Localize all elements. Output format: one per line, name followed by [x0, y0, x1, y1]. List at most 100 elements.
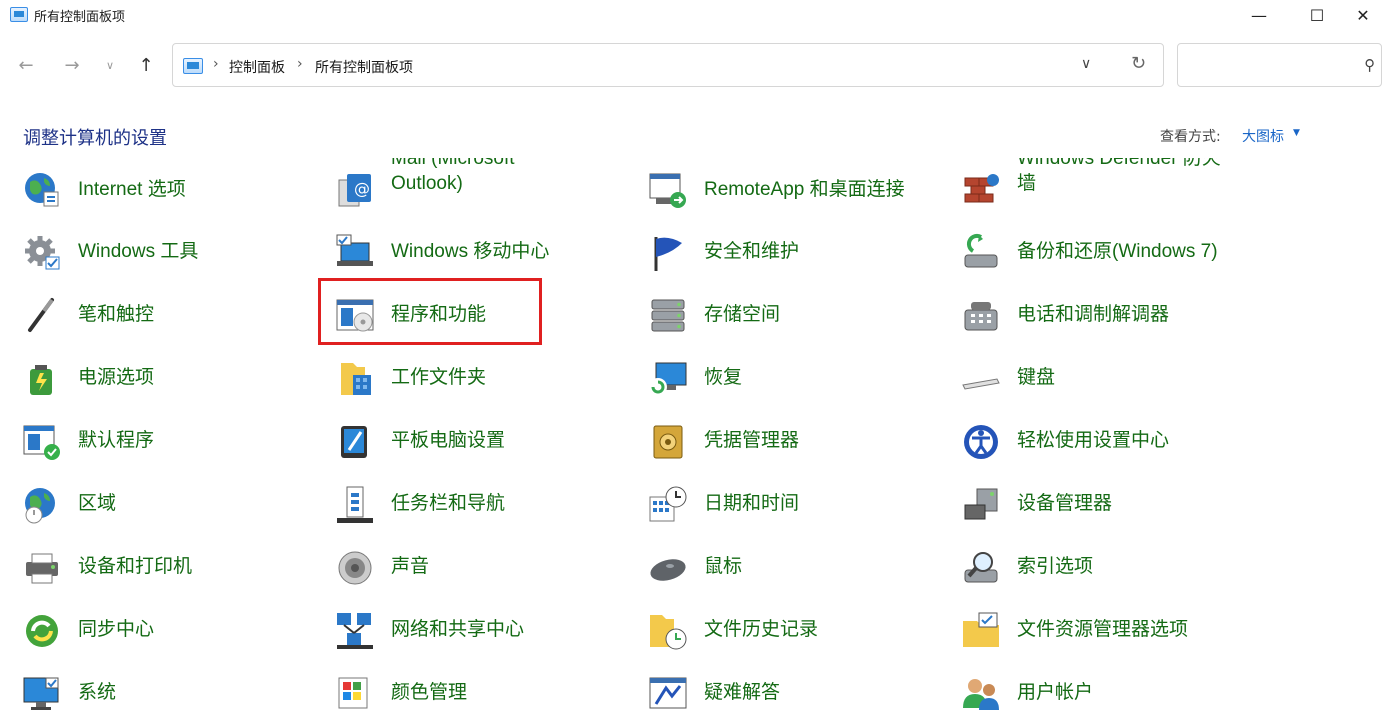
control-panel-item[interactable]: 恢复: [626, 349, 926, 405]
chevron-down-icon[interactable]: ∨: [1081, 56, 1091, 72]
item-label[interactable]: Mail (Microsoft Outlook): [391, 158, 515, 196]
item-label[interactable]: Internet 选项: [78, 177, 186, 202]
item-label[interactable]: 系统: [78, 680, 116, 705]
maximize-button[interactable]: ☐: [1294, 0, 1340, 30]
control-panel-item[interactable]: 疑难解答: [626, 664, 926, 720]
item-label[interactable]: 日期和时间: [704, 491, 799, 516]
breadcrumb-separator[interactable]: ›: [297, 56, 303, 72]
pen-icon: [22, 296, 62, 336]
item-label[interactable]: 键盘: [1017, 365, 1055, 390]
item-label[interactable]: 默认程序: [78, 428, 154, 453]
control-panel-item[interactable]: 设备和打印机: [0, 538, 300, 594]
item-label-line2[interactable]: 墙: [1017, 171, 1221, 196]
control-panel-item[interactable]: 用户帐户: [939, 664, 1239, 720]
item-label-line2[interactable]: Outlook): [391, 171, 515, 196]
item-label[interactable]: 设备和打印机: [78, 554, 192, 579]
control-panel-item[interactable]: 系统: [0, 664, 300, 720]
item-label[interactable]: Windows 工具: [78, 239, 198, 264]
item-label[interactable]: 恢复: [704, 365, 742, 390]
item-label[interactable]: 颜色管理: [391, 680, 467, 705]
control-panel-item[interactable]: 凭据管理器: [626, 412, 926, 468]
minimize-button[interactable]: —: [1236, 0, 1282, 30]
item-label[interactable]: 任务栏和导航: [391, 491, 505, 516]
breadcrumb-separator[interactable]: ›: [213, 56, 219, 72]
view-by-dropdown[interactable]: 大图标: [1242, 126, 1284, 146]
item-label[interactable]: 工作文件夹: [391, 365, 486, 390]
control-panel-item[interactable]: 笔和触控: [0, 286, 300, 342]
item-label[interactable]: 鼠标: [704, 554, 742, 579]
control-panel-item[interactable]: 区域: [0, 475, 300, 531]
breadcrumb-all-items[interactable]: 所有控制面板项: [315, 57, 413, 77]
control-panel-item[interactable]: 文件资源管理器选项: [939, 601, 1239, 657]
phone-icon: [961, 296, 1001, 336]
folder-options-icon: [961, 611, 1001, 651]
control-panel-item[interactable]: 设备管理器: [939, 475, 1239, 531]
item-label[interactable]: 区域: [78, 491, 116, 516]
address-bar[interactable]: › 控制面板 › 所有控制面板项 ∨ ↻: [172, 43, 1164, 87]
item-label[interactable]: 备份和还原(Windows 7): [1017, 239, 1218, 264]
control-panel-item[interactable]: RemoteApp 和桌面连接: [626, 160, 926, 216]
item-label[interactable]: 设备管理器: [1017, 491, 1112, 516]
control-panel-item[interactable]: 声音: [313, 538, 613, 594]
item-label[interactable]: Windows 移动中心: [391, 239, 549, 264]
recent-locations-button[interactable]: ∨: [96, 52, 124, 78]
control-panel-item[interactable]: 工作文件夹: [313, 349, 613, 405]
control-panel-item[interactable]: 任务栏和导航: [313, 475, 613, 531]
index-icon: [961, 548, 1001, 588]
control-panel-item[interactable]: 索引选项: [939, 538, 1239, 594]
control-panel-item[interactable]: 颜色管理: [313, 664, 613, 720]
forward-button[interactable]: →: [58, 52, 86, 78]
item-label[interactable]: 用户帐户: [1017, 680, 1093, 705]
control-panel-item[interactable]: 电源选项: [0, 349, 300, 405]
control-panel-item[interactable]: 文件历史记录: [626, 601, 926, 657]
accessibility-icon: [961, 422, 1001, 462]
item-label[interactable]: 网络和共享中心: [391, 617, 524, 642]
item-label[interactable]: 电话和调制解调器: [1017, 302, 1169, 327]
control-panel-item[interactable]: Windows Defender 防火墙: [939, 158, 1239, 216]
control-panel-item[interactable]: 平板电脑设置: [313, 412, 613, 468]
control-panel-item[interactable]: 日期和时间: [626, 475, 926, 531]
item-label[interactable]: 索引选项: [1017, 554, 1093, 579]
refresh-icon[interactable]: ↻: [1131, 53, 1146, 74]
item-label-line1[interactable]: Windows Defender 防火: [1017, 158, 1221, 171]
item-label[interactable]: 安全和维护: [704, 239, 799, 264]
control-panel-item[interactable]: 备份和还原(Windows 7): [939, 223, 1239, 279]
control-panel-item[interactable]: Internet 选项: [0, 160, 300, 216]
control-panel-item[interactable]: 键盘: [939, 349, 1239, 405]
breadcrumb-control-panel[interactable]: 控制面板: [229, 57, 285, 77]
page-title: 调整计算机的设置: [23, 128, 167, 149]
search-input[interactable]: ⚲: [1177, 43, 1382, 87]
control-panel-item[interactable]: 默认程序: [0, 412, 300, 468]
caret-down-icon[interactable]: ▼: [1293, 128, 1300, 138]
item-label[interactable]: 电源选项: [78, 365, 154, 390]
item-label[interactable]: 轻松使用设置中心: [1017, 428, 1169, 453]
control-panel-item[interactable]: 存储空间: [626, 286, 926, 342]
flag-icon: [648, 233, 688, 273]
item-label[interactable]: 笔和触控: [78, 302, 154, 327]
item-label[interactable]: 凭据管理器: [704, 428, 799, 453]
item-label[interactable]: 文件资源管理器选项: [1017, 617, 1188, 642]
network-icon: [335, 611, 375, 651]
item-label[interactable]: 疑难解答: [704, 680, 780, 705]
control-panel-item[interactable]: 安全和维护: [626, 223, 926, 279]
item-label[interactable]: 存储空间: [704, 302, 780, 327]
item-label[interactable]: Windows Defender 防火墙: [1017, 158, 1221, 196]
item-label[interactable]: 文件历史记录: [704, 617, 818, 642]
item-label-line1[interactable]: Mail (Microsoft: [391, 158, 515, 171]
control-panel-item[interactable]: 网络和共享中心: [313, 601, 613, 657]
item-label[interactable]: 声音: [391, 554, 429, 579]
back-button[interactable]: ←: [12, 52, 40, 78]
control-panel-item[interactable]: 鼠标: [626, 538, 926, 594]
control-panel-item[interactable]: 同步中心: [0, 601, 300, 657]
up-button[interactable]: ↑: [132, 52, 160, 78]
item-label[interactable]: 同步中心: [78, 617, 154, 642]
item-label[interactable]: RemoteApp 和桌面连接: [704, 177, 905, 202]
close-button[interactable]: ✕: [1340, 0, 1382, 30]
control-panel-item[interactable]: Windows 移动中心: [313, 223, 613, 279]
control-panel-item[interactable]: 轻松使用设置中心: [939, 412, 1239, 468]
control-panel-item[interactable]: Windows 工具: [0, 223, 300, 279]
item-label[interactable]: 平板电脑设置: [391, 428, 505, 453]
search-icon[interactable]: ⚲: [1364, 56, 1375, 74]
control-panel-item[interactable]: 电话和调制解调器: [939, 286, 1239, 342]
control-panel-item[interactable]: @ Mail (Microsoft Outlook): [313, 158, 613, 216]
